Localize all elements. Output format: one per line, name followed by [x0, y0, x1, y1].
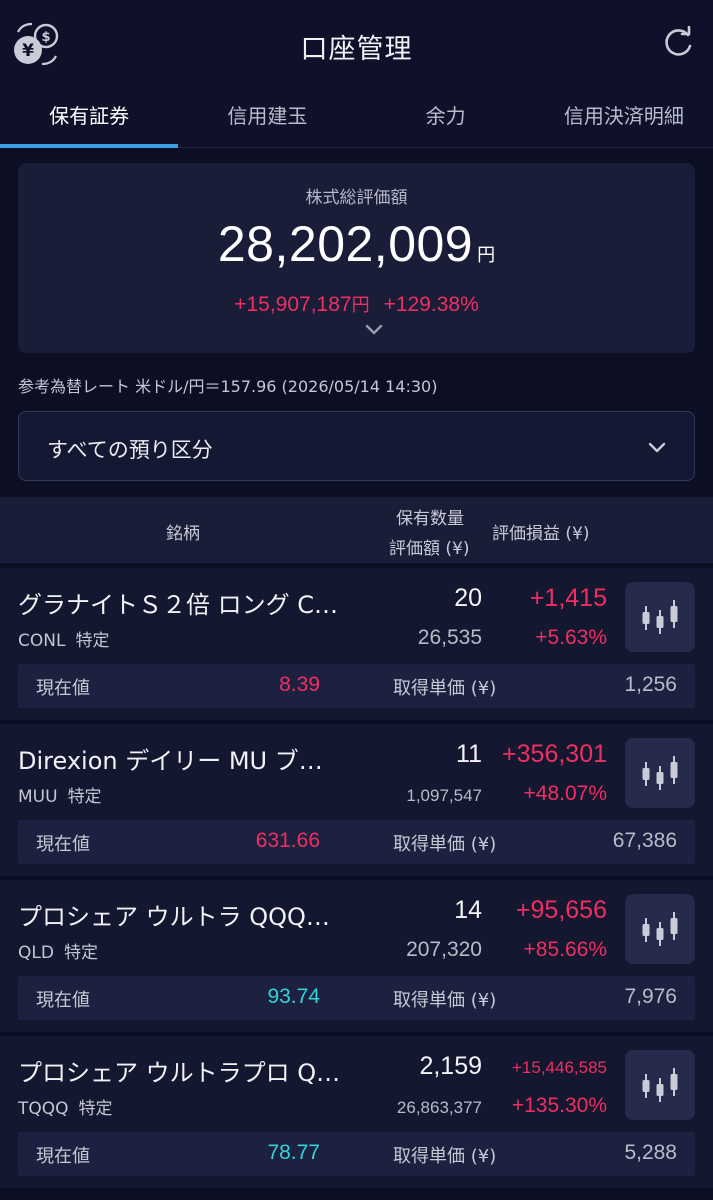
holding-pl: +15,446,585 — [511, 1058, 607, 1077]
holding-value: 26,535 — [417, 626, 482, 649]
holding-name: プロシェア ウルトラ QQQ… — [18, 903, 330, 931]
holding-value: 26,863,377 — [396, 1098, 482, 1117]
current-price: 93.74 — [267, 985, 320, 1008]
candlestick-chart-icon — [642, 912, 678, 946]
holding-row[interactable]: Direxion デイリー MU ブ… MUU 特定 11 1,097,547 +… — [0, 724, 713, 876]
holding-price-bar: 現在値 8.39 取得単価 (¥) 1,256 — [18, 664, 695, 708]
total-pl-percent: +129.38% — [383, 293, 479, 316]
portfolio-summary-card[interactable]: 株式総評価額 28,202,009 円 +15,907,187円 +129.38% — [18, 163, 695, 353]
holdings-table-header: 銘柄 保有数量 評価額 (¥) 評価損益 (¥) — [0, 497, 713, 563]
holding-row[interactable]: グラナイトＳ２倍 ロング C… CONL 特定 20 26,535 +1,415 … — [0, 568, 713, 720]
account-type-selected: すべての預り区分 — [47, 438, 213, 462]
holding-ticker: CONL — [18, 631, 66, 651]
total-profit-loss: +15,907,187円 +129.38% — [18, 291, 695, 317]
cost-price: 1,256 — [624, 673, 677, 696]
holding-price-bar: 現在値 93.74 取得単価 (¥) 7,976 — [18, 976, 695, 1020]
holding-qty: 11 — [456, 740, 482, 768]
candlestick-chart-icon — [642, 1068, 678, 1102]
current-price: 78.77 — [267, 1141, 320, 1164]
cost-price-label: 取得単価 (¥) — [393, 678, 497, 699]
current-price-label: 現在値 — [36, 1146, 90, 1167]
holding-value: 207,320 — [406, 938, 482, 961]
account-type-dropdown[interactable]: すべての預り区分 — [18, 411, 695, 481]
cost-price-label: 取得単価 (¥) — [393, 834, 497, 855]
holding-code-account: QLD 特定 — [18, 938, 98, 963]
tab-bar: 保有証券 信用建玉 余力 信用決済明細 — [0, 86, 713, 148]
candlestick-chart-icon — [642, 756, 678, 790]
holding-pl-percent: +135.30% — [511, 1094, 607, 1117]
candlestick-chart-button[interactable] — [625, 1050, 695, 1120]
active-tab-indicator — [0, 144, 178, 148]
holding-qty: 2,159 — [419, 1052, 482, 1080]
holding-pl: +1,415 — [529, 584, 607, 612]
holding-ticker: MUU — [18, 787, 58, 807]
candlestick-chart-icon — [642, 600, 678, 634]
header-value: 評価額 (¥) — [389, 539, 470, 559]
tab-margin-positions[interactable]: 信用建玉 — [178, 86, 356, 147]
current-price-label: 現在値 — [36, 990, 90, 1011]
holding-qty: 14 — [454, 896, 482, 924]
total-pl-amount: +15,907,187 — [234, 293, 352, 316]
holding-ticker: QLD — [18, 943, 54, 963]
total-pl-unit: 円 — [351, 295, 370, 315]
total-valuation: 28,202,009 円 — [18, 215, 695, 273]
current-price: 631.66 — [255, 829, 320, 852]
header-pl: 評価損益 (¥) — [492, 524, 590, 544]
holding-value: 1,097,547 — [406, 786, 482, 805]
total-valuation-unit: 円 — [477, 245, 496, 266]
holding-pl: +356,301 — [502, 740, 607, 768]
holding-row[interactable]: プロシェア ウルトラプロ Q… TQQQ 特定 2,159 26,863,377 … — [0, 1036, 713, 1188]
current-price: 8.39 — [279, 673, 320, 696]
holding-row[interactable]: プロシェア ウルトラ QQQ… QLD 特定 14 207,320 +95,656… — [0, 880, 713, 1032]
tab-margin-settlement[interactable]: 信用決済明細 — [535, 86, 713, 147]
holding-account-type: 特定 — [63, 943, 98, 963]
total-valuation-label: 株式総評価額 — [305, 188, 408, 208]
holding-price-bar: 現在値 78.77 取得単価 (¥) 5,288 — [18, 1132, 695, 1176]
cost-price-label: 取得単価 (¥) — [393, 1146, 497, 1167]
cost-price-label: 取得単価 (¥) — [393, 990, 497, 1011]
holding-price-bar: 現在値 631.66 取得単価 (¥) 67,386 — [18, 820, 695, 864]
fx-rate-note: 参考為替レート 米ドル/円＝157.96 (2026/05/14 14:30) — [18, 377, 438, 396]
holding-account-type: 特定 — [67, 787, 102, 807]
current-price-label: 現在値 — [36, 834, 90, 855]
app-header: ¥ $ 口座管理 — [0, 0, 713, 86]
expand-chevron-icon[interactable] — [364, 323, 384, 337]
holding-code-account: TQQQ 特定 — [18, 1094, 113, 1119]
cost-price: 7,976 — [624, 985, 677, 1008]
page-title: 口座管理 — [300, 34, 413, 65]
holding-account-type: 特定 — [78, 1099, 113, 1119]
tab-holdings[interactable]: 保有証券 — [0, 86, 178, 147]
holding-name: グラナイトＳ２倍 ロング C… — [18, 591, 339, 619]
holding-account-type: 特定 — [75, 631, 110, 651]
total-valuation-value: 28,202,009 — [217, 216, 474, 272]
holding-pl-percent: +5.63% — [535, 626, 607, 649]
candlestick-chart-button[interactable] — [625, 738, 695, 808]
current-price-label: 現在値 — [36, 678, 90, 699]
refresh-icon[interactable] — [661, 26, 695, 60]
holding-pl: +95,656 — [515, 896, 607, 924]
chevron-down-icon — [648, 442, 666, 453]
header-qty: 保有数量 — [396, 509, 464, 529]
tab-buying-power[interactable]: 余力 — [357, 86, 535, 147]
holding-name: プロシェア ウルトラプロ Q… — [18, 1059, 341, 1087]
holding-code-account: MUU 特定 — [18, 782, 102, 807]
cost-price: 67,386 — [612, 829, 677, 852]
holding-pl-percent: +48.07% — [523, 782, 608, 805]
holding-ticker: TQQQ — [18, 1099, 69, 1119]
candlestick-chart-button[interactable] — [625, 582, 695, 652]
cost-price: 5,288 — [624, 1141, 677, 1164]
holding-pl-percent: +85.66% — [523, 938, 608, 961]
holding-name: Direxion デイリー MU ブ… — [18, 747, 323, 775]
candlestick-chart-button[interactable] — [625, 894, 695, 964]
header-name: 銘柄 — [166, 524, 200, 544]
holding-qty: 20 — [454, 584, 482, 612]
holding-code-account: CONL 特定 — [18, 626, 109, 651]
